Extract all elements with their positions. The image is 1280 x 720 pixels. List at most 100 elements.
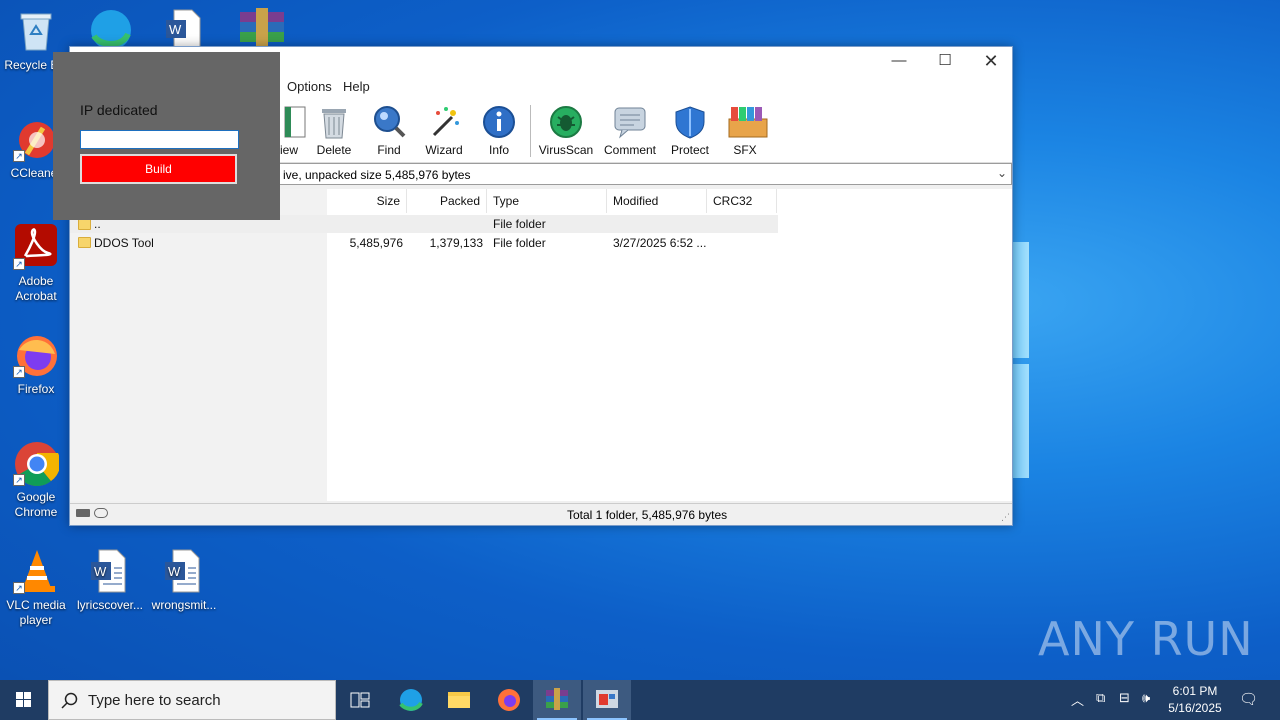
notification-icon[interactable]: 🗨: [1239, 690, 1258, 708]
volume-icon[interactable]: 🕪: [1142, 690, 1150, 706]
toolbar-label: Delete: [316, 143, 352, 157]
info-icon: [481, 105, 517, 139]
toolbar-wizard-button[interactable]: Wizard: [413, 105, 475, 157]
row-type: File folder: [493, 217, 546, 231]
anyrun-watermark: ANY RUN: [1038, 612, 1254, 666]
search-placeholder: Type here to search: [88, 692, 221, 709]
taskbar-search-box[interactable]: Type here to search: [48, 680, 336, 720]
desktop-icon-firefox[interactable]: ↗ Firefox: [0, 332, 72, 397]
row-type: File folder: [493, 236, 546, 250]
table-row[interactable]: DDOS Tool 5,485,976 1,379,133 File folde…: [70, 234, 778, 252]
column-header-size[interactable]: Size: [327, 189, 407, 213]
chevron-down-icon[interactable]: ⌄: [997, 166, 1007, 180]
file-list[interactable]: Size Packed Type Modified CRC32 .. File …: [70, 189, 1012, 501]
column-header-crc32[interactable]: CRC32: [707, 189, 777, 213]
winrar-icon: [240, 8, 284, 46]
toolbar-sfx-button[interactable]: SFX: [714, 105, 776, 157]
toolbar-label: iew: [279, 143, 298, 157]
taskbar-firefox[interactable]: [485, 680, 533, 720]
row-name: DDOS Tool: [94, 236, 154, 250]
desktop-light-beam: [1013, 242, 1029, 358]
toolbar-comment-button[interactable]: Comment: [599, 105, 661, 157]
adobe-acrobat-icon: ↗: [13, 224, 59, 270]
path-text: ive, unpacked size 5,485,976 bytes: [283, 168, 471, 182]
ip-input[interactable]: [80, 130, 239, 149]
protect-icon: [672, 105, 708, 139]
search-icon: [61, 692, 78, 709]
taskbar-clock[interactable]: 6:01 PM 5/16/2025: [1158, 683, 1232, 717]
toolbar-label: Wizard: [425, 143, 463, 157]
desktop-icon-word[interactable]: W: [162, 6, 208, 49]
vlc-cone-icon: ↗: [13, 548, 59, 594]
toolbar-virusscan-button[interactable]: VirusScan: [535, 105, 597, 157]
toolbar-label: Protect: [670, 143, 709, 157]
status-bar: Total 1 folder, 5,485,976 bytes ⋰: [70, 503, 1012, 525]
word-document-icon: W: [166, 9, 201, 49]
desktop-icon-document[interactable]: W lyricscover...: [74, 548, 146, 613]
desktop-icon-google-chrome[interactable]: ↗ Google Chrome: [0, 440, 72, 520]
comment-icon: [612, 105, 648, 139]
close-icon[interactable]: ✕: [968, 47, 1014, 77]
svg-text:W: W: [94, 564, 107, 579]
toolbar-delete-button[interactable]: Delete: [303, 105, 365, 157]
taskbar-edge[interactable]: [387, 680, 435, 720]
chrome-icon: ↗: [13, 440, 61, 486]
word-document-icon: W: [161, 548, 207, 594]
desktop-icon-vlc[interactable]: ↗ VLC media player: [0, 548, 72, 628]
desktop-icon-adobe-acrobat[interactable]: ↗ Adobe Acrobat: [0, 224, 72, 304]
network-icon[interactable]: ⊟: [1119, 690, 1130, 706]
app-window-icon: [596, 690, 618, 708]
taskbar-file-explorer[interactable]: [435, 680, 483, 720]
desktop-icon-winrar[interactable]: [238, 8, 286, 48]
word-document-icon: W: [87, 548, 133, 594]
virusscan-icon: [548, 105, 584, 139]
dialog-title: IP dedicated: [80, 102, 158, 118]
menu-help[interactable]: Help: [343, 79, 370, 94]
row-size: 5,485,976: [349, 236, 403, 250]
toolbar-separator: [530, 105, 531, 157]
folder-icon: [448, 692, 470, 708]
shortcut-arrow-icon: ↗: [13, 366, 25, 378]
task-view-icon: [350, 692, 370, 708]
taskbar-app[interactable]: [583, 680, 631, 720]
shortcut-arrow-icon: ↗: [13, 150, 25, 162]
shortcut-arrow-icon: ↗: [13, 474, 25, 486]
chevron-up-icon[interactable]: ︿: [1071, 690, 1084, 709]
recycle-bin-icon: [13, 8, 59, 54]
ip-dialog: IP dedicated Build: [53, 52, 280, 220]
key-icon: [94, 508, 108, 518]
desktop-icon-edge[interactable]: [86, 6, 136, 50]
build-button[interactable]: Build: [80, 154, 237, 184]
menu-options[interactable]: Options: [287, 79, 332, 94]
task-view-button[interactable]: [336, 680, 384, 720]
windows-logo-icon: [16, 692, 31, 707]
trash-icon: [316, 105, 352, 139]
desktop-icon-label: Google Chrome: [14, 490, 58, 519]
desktop-icon-document[interactable]: W wrongsmit...: [148, 548, 220, 613]
network-adapter-icon[interactable]: ⧉: [1096, 690, 1105, 706]
desktop-light-beam: [1013, 364, 1029, 478]
winrar-icon: [546, 688, 568, 710]
minimize-icon[interactable]: —: [876, 47, 922, 77]
column-header-modified[interactable]: Modified: [607, 189, 707, 213]
column-header-packed[interactable]: Packed: [407, 189, 487, 213]
shortcut-arrow-icon: ↗: [13, 258, 25, 270]
sfx-icon: [727, 105, 768, 139]
toolbar-find-button[interactable]: Find: [358, 105, 420, 157]
row-packed: 1,379,133: [429, 236, 483, 250]
svg-text:W: W: [168, 564, 181, 579]
folder-up-icon: [78, 219, 91, 230]
toolbar-info-button[interactable]: Info: [468, 105, 530, 157]
status-text: Total 1 folder, 5,485,976 bytes: [567, 508, 728, 522]
toolbar-protect-button[interactable]: Protect: [659, 105, 721, 157]
start-button[interactable]: [0, 680, 48, 720]
firefox-icon: [498, 689, 520, 711]
resize-grip-icon[interactable]: ⋰: [1001, 512, 1010, 523]
taskbar-winrar[interactable]: [533, 680, 581, 720]
maximize-icon[interactable]: ☐: [922, 47, 968, 77]
edge-icon: [399, 689, 423, 711]
wizard-icon: [426, 105, 462, 139]
desktop-icon-label: lyricscover...: [76, 598, 143, 612]
column-header-type[interactable]: Type: [487, 189, 607, 213]
desktop-icon-label: Firefox: [17, 382, 55, 396]
